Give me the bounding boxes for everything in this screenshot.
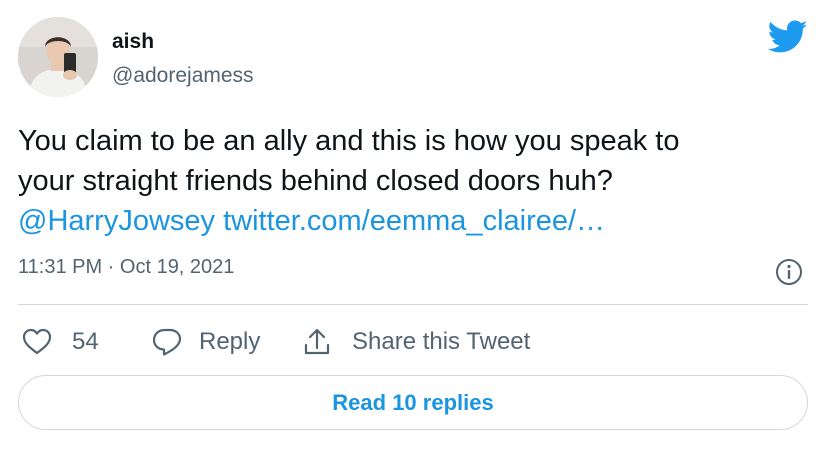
reply-button[interactable]: Reply: [151, 325, 260, 359]
info-icon[interactable]: [775, 258, 803, 286]
speech-bubble-icon: [152, 328, 182, 356]
timestamp[interactable]: 11:31 PM · Oct 19, 2021: [18, 256, 234, 279]
tweet-line-1: You claim to be an ally and this is how …: [18, 125, 680, 157]
tweet-card: aish @adorejamess You claim to be an all…: [0, 0, 830, 452]
like-count: 54: [72, 328, 99, 355]
heart-icon: [22, 328, 52, 355]
divider: [18, 304, 808, 305]
read-replies-button[interactable]: Read 10 replies: [18, 375, 808, 430]
avatar[interactable]: [18, 17, 98, 97]
quoted-url-link[interactable]: twitter.com/eemma_clairee/…: [223, 205, 605, 237]
user-handle[interactable]: @adorejamess: [112, 64, 254, 88]
like-button[interactable]: 54: [22, 325, 99, 359]
tweet-line-3: @HarryJowsey twitter.com/eemma_clairee/…: [18, 201, 818, 241]
reply-label: Reply: [199, 328, 261, 355]
tweet-text: You claim to be an ally and this is how …: [18, 121, 818, 241]
share-label: Share this Tweet: [352, 328, 531, 355]
share-button[interactable]: Share this Tweet: [302, 325, 530, 359]
twitter-bird-icon[interactable]: [767, 20, 808, 54]
display-name[interactable]: aish: [112, 30, 154, 54]
share-upload-icon: [304, 328, 330, 355]
mention-link[interactable]: @HarryJowsey: [18, 205, 215, 237]
tweet-line-2: your straight friends behind closed door…: [18, 165, 613, 197]
